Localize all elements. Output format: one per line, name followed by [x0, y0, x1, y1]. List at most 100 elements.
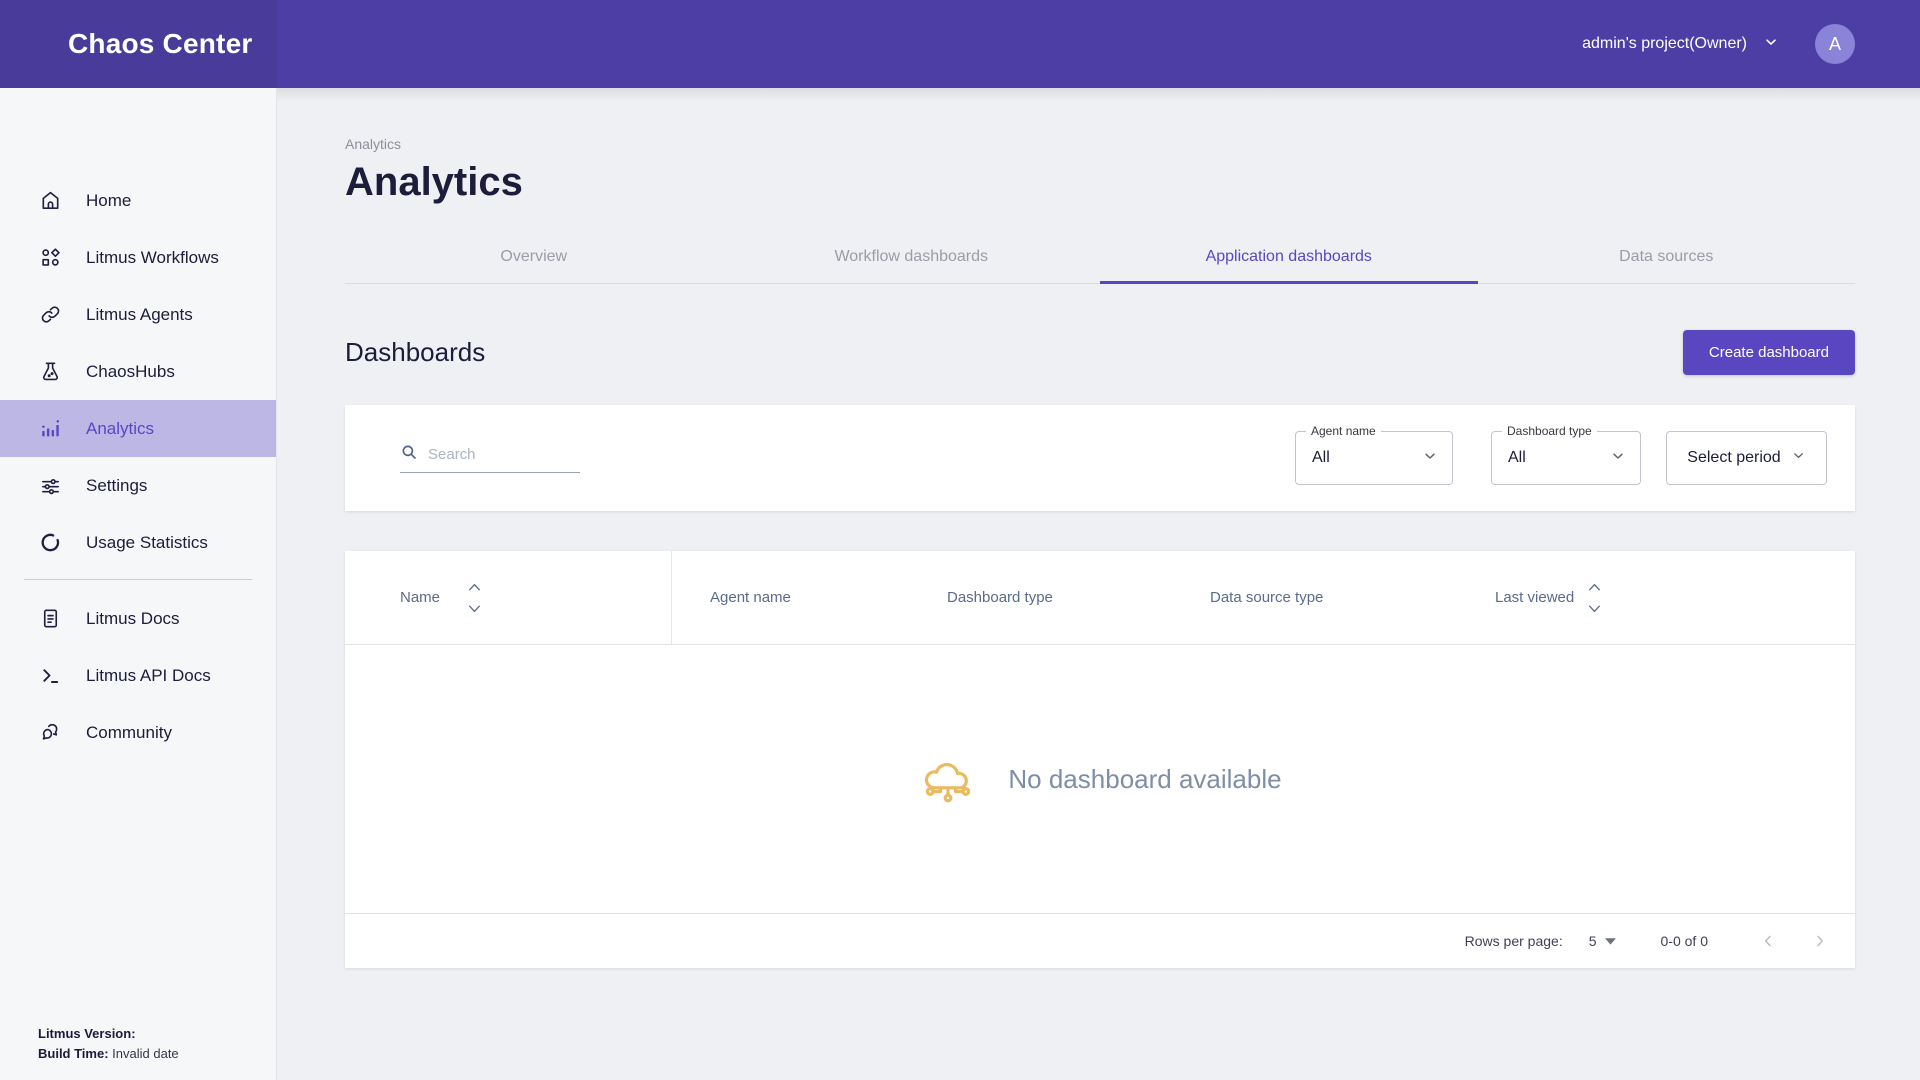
sort-down-icon [468, 605, 481, 613]
sidebar-divider [24, 579, 252, 580]
search-icon [400, 443, 418, 466]
select-period-button[interactable]: Select period [1666, 431, 1827, 485]
app-title: Chaos Center [68, 28, 252, 60]
dashboard-type-select[interactable]: Dashboard type All [1491, 431, 1641, 485]
sidebar-item-label: Litmus Docs [86, 609, 180, 629]
header-actions: admin's project(Owner) A [1582, 24, 1920, 64]
sidebar-item-home[interactable]: Home [0, 172, 276, 229]
sidebar-item-label: Community [86, 723, 172, 743]
sidebar-nav: Home Litmus Workflows Litmus Agents Chao… [0, 88, 276, 761]
sidebar-item-label: Litmus Agents [86, 305, 193, 325]
column-header-data-source-type: Data source type [1210, 589, 1495, 606]
tab-data-sources[interactable]: Data sources [1478, 231, 1856, 283]
chevron-down-icon [1610, 448, 1626, 469]
breadcrumb[interactable]: Analytics [345, 88, 1855, 152]
header-brand-area: Chaos Center [0, 0, 277, 88]
sidebar-item-settings[interactable]: Settings [0, 457, 276, 514]
sidebar-item-chaoshubs[interactable]: ChaosHubs [0, 343, 276, 400]
agent-name-select[interactable]: Agent name All [1295, 431, 1453, 485]
sidebar-item-litmus-api-docs[interactable]: Litmus API Docs [0, 647, 276, 704]
tab-bar: Overview Workflow dashboards Application… [345, 231, 1855, 284]
project-selector-label: admin's project(Owner) [1582, 35, 1747, 53]
tab-workflow-dashboards[interactable]: Workflow dashboards [723, 231, 1101, 283]
tab-application-dashboards[interactable]: Application dashboards [1100, 231, 1478, 283]
filter-group: Agent name All Dashboard type All Select… [1295, 431, 1827, 485]
create-dashboard-button[interactable]: Create dashboard [1683, 330, 1855, 375]
column-header-last-viewed: Last viewed [1495, 583, 1855, 613]
chaoshubs-icon [38, 360, 62, 384]
sidebar-item-usage-statistics[interactable]: Usage Statistics [0, 514, 276, 571]
next-page-button[interactable] [1805, 926, 1835, 956]
dashboard-type-select-label: Dashboard type [1502, 424, 1597, 438]
sort-arrows-name[interactable] [468, 583, 481, 613]
rows-per-page-select[interactable]: 5 [1589, 933, 1616, 949]
version-label: Litmus Version: [38, 1026, 136, 1041]
usage-statistics-icon [38, 531, 62, 555]
avatar-letter: A [1829, 34, 1841, 55]
chevron-right-icon [1811, 932, 1829, 950]
home-icon [38, 189, 62, 213]
column-label: Data source type [1210, 589, 1323, 606]
sidebar-item-litmus-docs[interactable]: Litmus Docs [0, 590, 276, 647]
section-title: Dashboards [345, 337, 485, 368]
search-input[interactable] [428, 446, 558, 463]
filter-panel: Agent name All Dashboard type All Select… [345, 405, 1855, 511]
empty-message: No dashboard available [1008, 764, 1281, 795]
user-avatar[interactable]: A [1815, 24, 1855, 64]
empty-state: No dashboard available [345, 645, 1855, 913]
project-selector[interactable]: admin's project(Owner) [1582, 34, 1779, 55]
column-header-agent-name: Agent name [672, 589, 947, 606]
docs-icon [38, 607, 62, 631]
sort-arrows-last-viewed[interactable] [1588, 583, 1601, 613]
rows-per-page-label: Rows per page: [1465, 933, 1563, 949]
sidebar-item-label: Litmus Workflows [86, 248, 219, 268]
sidebar-item-label: Home [86, 191, 131, 211]
column-header-name: Name [345, 551, 672, 644]
page-title: Analytics [345, 160, 1855, 205]
search-box [400, 443, 580, 473]
column-label: Last viewed [1495, 589, 1574, 606]
column-label: Name [400, 589, 440, 606]
analytics-icon [38, 417, 62, 441]
sidebar-item-label: Settings [86, 476, 147, 496]
dashboards-table: Name Agent name Dashboard type Data sour… [345, 551, 1855, 968]
rows-per-page-value: 5 [1589, 933, 1597, 949]
top-header: Chaos Center admin's project(Owner) A [0, 0, 1920, 88]
settings-icon [38, 474, 62, 498]
sort-down-icon [1588, 605, 1601, 613]
dashboard-type-select-value: All [1508, 449, 1526, 467]
chevron-left-icon [1759, 932, 1777, 950]
sidebar-item-analytics[interactable]: Analytics [0, 400, 276, 457]
pagination-range: 0-0 of 0 [1661, 933, 1708, 949]
sidebar: Home Litmus Workflows Litmus Agents Chao… [0, 88, 277, 1080]
column-label: Agent name [710, 589, 791, 606]
sidebar-item-litmus-agents[interactable]: Litmus Agents [0, 286, 276, 343]
build-time-value: Invalid date [112, 1046, 179, 1061]
select-period-label: Select period [1687, 449, 1780, 467]
community-icon [38, 721, 62, 745]
agents-icon [38, 303, 62, 327]
main-content: Analytics Analytics Overview Workflow da… [277, 88, 1920, 1080]
chevron-down-icon [1763, 34, 1779, 55]
build-time-label: Build Time: [38, 1046, 109, 1061]
sidebar-item-label: ChaosHubs [86, 362, 175, 382]
sidebar-item-litmus-workflows[interactable]: Litmus Workflows [0, 229, 276, 286]
agent-name-select-label: Agent name [1306, 424, 1381, 438]
pagination-bar: Rows per page: 5 0-0 of 0 [345, 913, 1855, 968]
previous-page-button[interactable] [1753, 926, 1783, 956]
cloud-network-icon [918, 749, 978, 810]
sidebar-item-label: Litmus API Docs [86, 666, 211, 686]
section-header: Dashboards Create dashboard [345, 330, 1855, 375]
table-header-row: Name Agent name Dashboard type Data sour… [345, 551, 1855, 645]
chevron-down-icon [1422, 448, 1438, 469]
sidebar-item-community[interactable]: Community [0, 704, 276, 761]
sort-up-icon [468, 583, 481, 591]
tab-overview[interactable]: Overview [345, 231, 723, 283]
column-header-dashboard-type: Dashboard type [947, 589, 1210, 606]
chevron-down-icon [1791, 448, 1806, 468]
api-docs-icon [38, 664, 62, 688]
sort-up-icon [1588, 583, 1601, 591]
dropdown-arrow-icon [1605, 937, 1616, 945]
version-info: Litmus Version: Build Time: Invalid date [38, 1024, 179, 1064]
sidebar-item-label: Usage Statistics [86, 533, 208, 553]
